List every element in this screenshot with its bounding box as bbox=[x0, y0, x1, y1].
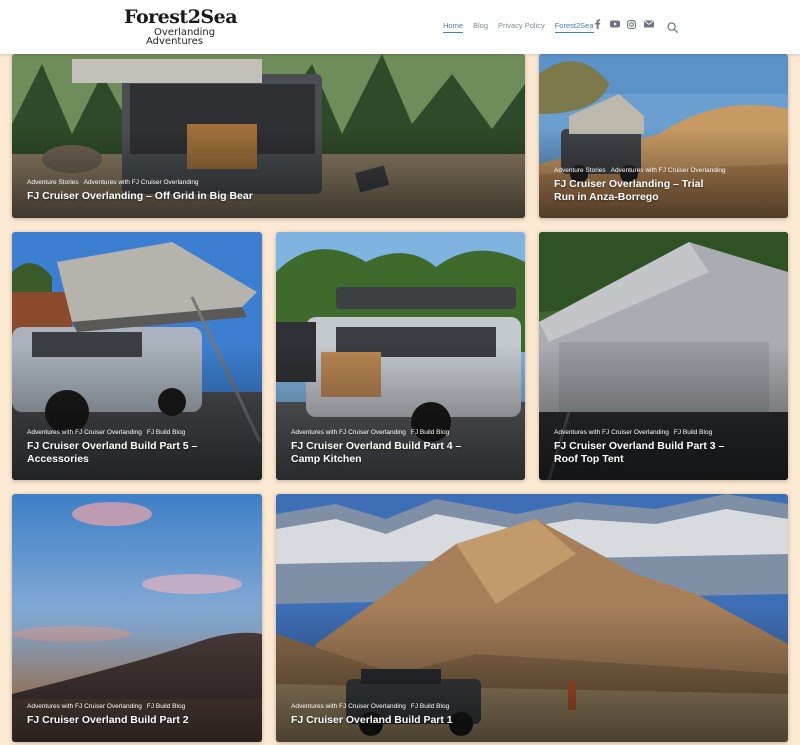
category-link[interactable]: Adventure Stories bbox=[554, 167, 606, 174]
post-card[interactable]: Adventure Stories Adventures with FJ Cru… bbox=[539, 54, 788, 218]
social-links bbox=[593, 19, 654, 32]
post-categories: Adventure Stories Adventures with FJ Cru… bbox=[27, 179, 199, 186]
post-card[interactable]: Adventures with FJ Cruiser Overlanding F… bbox=[539, 232, 788, 480]
email-icon[interactable] bbox=[644, 20, 654, 31]
post-title[interactable]: FJ Cruiser Overland Build Part 5 – Acces… bbox=[27, 440, 202, 466]
post-categories: Adventures with FJ Cruiser Overlanding F… bbox=[27, 429, 185, 436]
post-title[interactable]: FJ Cruiser Overland Build Part 2 bbox=[27, 714, 247, 727]
main-nav: Home Blog Privacy Policy Forest2Sea bbox=[443, 21, 594, 33]
category-link[interactable]: Adventures with FJ Cruiser Overlanding bbox=[291, 703, 406, 710]
site-header: Forest2Sea Overlanding Adventures Home B… bbox=[0, 0, 800, 54]
post-card[interactable]: Adventures with FJ Cruiser Overlanding F… bbox=[12, 232, 262, 480]
post-title[interactable]: FJ Cruiser Overlanding – Off Grid in Big… bbox=[27, 190, 507, 203]
post-card[interactable]: Adventure Stories Adventures with FJ Cru… bbox=[12, 54, 525, 218]
post-card[interactable]: Adventures with FJ Cruiser Overlanding F… bbox=[276, 232, 525, 480]
category-link[interactable]: Adventures with FJ Cruiser Overlanding bbox=[84, 179, 199, 186]
image-overlay bbox=[12, 127, 525, 218]
category-link[interactable]: Adventure Stories bbox=[27, 179, 79, 186]
nav-privacy-policy[interactable]: Privacy Policy bbox=[498, 21, 545, 33]
category-link[interactable]: Adventures with FJ Cruiser Overlanding bbox=[27, 429, 142, 436]
post-categories: Adventures with FJ Cruiser Overlanding F… bbox=[554, 429, 712, 436]
search-icon[interactable] bbox=[667, 20, 678, 33]
logo-title: Forest2Sea bbox=[124, 6, 238, 28]
category-link[interactable]: FJ Build Blog bbox=[674, 429, 712, 436]
nav-blog[interactable]: Blog bbox=[473, 21, 488, 33]
post-categories: Adventure Stories Adventures with FJ Cru… bbox=[554, 167, 726, 174]
post-title[interactable]: FJ Cruiser Overland Build Part 3 – Roof … bbox=[554, 440, 729, 466]
post-card[interactable]: Adventures with FJ Cruiser Overlanding F… bbox=[12, 494, 262, 742]
category-link[interactable]: Adventures with FJ Cruiser Overlanding bbox=[27, 703, 142, 710]
post-card[interactable]: Adventures with FJ Cruiser Overlanding F… bbox=[276, 494, 788, 742]
post-title[interactable]: FJ Cruiser Overland Build Part 1 bbox=[291, 714, 691, 727]
category-link[interactable]: FJ Build Blog bbox=[411, 703, 449, 710]
post-title[interactable]: FJ Cruiser Overland Build Part 4 – Camp … bbox=[291, 440, 466, 466]
instagram-icon[interactable] bbox=[627, 19, 636, 32]
post-categories: Adventures with FJ Cruiser Overlanding F… bbox=[291, 429, 449, 436]
category-link[interactable]: Adventures with FJ Cruiser Overlanding bbox=[611, 167, 726, 174]
site-logo[interactable]: Forest2Sea Overlanding Adventures bbox=[124, 6, 244, 48]
category-link[interactable]: FJ Build Blog bbox=[147, 429, 185, 436]
category-link[interactable]: Adventures with FJ Cruiser Overlanding bbox=[554, 429, 669, 436]
nav-forest2sea[interactable]: Forest2Sea bbox=[554, 21, 594, 33]
category-link[interactable]: Adventures with FJ Cruiser Overlanding bbox=[291, 429, 406, 436]
facebook-icon[interactable] bbox=[593, 19, 602, 32]
category-link[interactable]: FJ Build Blog bbox=[411, 429, 449, 436]
nav-home[interactable]: Home bbox=[443, 21, 464, 33]
logo-subtitle-2: Adventures bbox=[146, 36, 203, 47]
category-link[interactable]: FJ Build Blog bbox=[147, 703, 185, 710]
post-title[interactable]: FJ Cruiser Overlanding – Trial Run in An… bbox=[554, 178, 714, 204]
youtube-icon[interactable] bbox=[610, 20, 620, 31]
post-categories: Adventures with FJ Cruiser Overlanding F… bbox=[27, 703, 185, 710]
post-categories: Adventures with FJ Cruiser Overlanding F… bbox=[291, 703, 449, 710]
